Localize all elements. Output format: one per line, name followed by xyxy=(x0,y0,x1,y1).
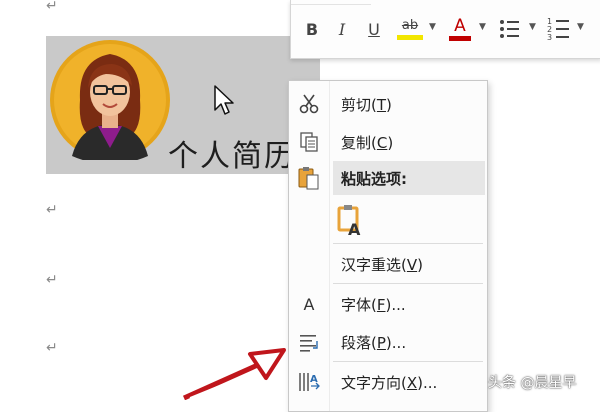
menu-item-paragraph[interactable]: 段落(P)... xyxy=(289,325,487,359)
chevron-down-icon[interactable]: ▼ xyxy=(429,22,436,32)
menu-item-cut[interactable]: 剪切(T) xyxy=(289,87,487,121)
menu-item-label: 剪切(T) xyxy=(341,95,392,114)
highlight-button[interactable]: ab xyxy=(395,16,425,42)
clipboard-icon xyxy=(297,165,321,191)
resume-heading[interactable]: 个人简历 xyxy=(168,131,296,175)
menu-item-hanzi-reselect[interactable]: 汉字重选(V) xyxy=(289,247,487,281)
watermark: 头条 @晨星早 xyxy=(488,375,577,391)
menu-item-label: 段落(P)... xyxy=(341,333,407,352)
numbered-list-icon[interactable]: 1 2 3 xyxy=(547,16,571,42)
chevron-down-icon[interactable]: ▼ xyxy=(577,22,584,32)
mouse-cursor-icon xyxy=(214,85,234,115)
paste-keep-text-icon: A xyxy=(337,203,367,241)
menu-item-font[interactable]: A 字体(F)... xyxy=(289,287,487,321)
mini-toolbar: B I U ab ▼ A ▼ ▼ 1 2 3 ▼ xyxy=(290,0,600,59)
italic-button[interactable]: I xyxy=(331,16,353,42)
font-color-bar xyxy=(449,35,471,41)
toolbar-divider xyxy=(291,0,371,5)
menu-item-text-direction[interactable]: A 文字方向(X)... xyxy=(289,365,487,399)
paste-keep-text-only-button[interactable]: A xyxy=(289,199,487,239)
context-menu: 剪切(T) 复制(C) 粘贴选项: A 汉字重选(V) A 字体(F)... 段… xyxy=(288,80,488,412)
copy-icon xyxy=(297,130,321,154)
font-icon: A xyxy=(303,294,315,314)
bold-button[interactable]: B xyxy=(301,16,323,42)
highlight-label: ab xyxy=(401,17,419,33)
highlight-color-bar xyxy=(397,34,423,40)
font-color-letter: A xyxy=(454,15,466,36)
text-direction-icon: A xyxy=(297,370,321,394)
menu-item-copy[interactable]: 复制(C) xyxy=(289,125,487,159)
scissors-icon xyxy=(297,92,321,116)
menu-item-label: 汉字重选(V) xyxy=(341,255,423,274)
menu-divider xyxy=(333,361,483,362)
paragraph-mark: ↵ xyxy=(46,272,58,288)
paragraph-mark: ↵ xyxy=(46,202,58,218)
chevron-down-icon[interactable]: ▼ xyxy=(529,22,536,32)
annotation-arrow-icon xyxy=(182,348,286,400)
paste-glyph: A xyxy=(348,220,361,237)
menu-divider xyxy=(333,283,483,284)
paragraph-mark: ↵ xyxy=(46,0,58,14)
paste-options-header: 粘贴选项: xyxy=(333,161,485,195)
paragraph-icon xyxy=(297,330,321,354)
avatar-image[interactable] xyxy=(50,40,170,164)
underline-button[interactable]: U xyxy=(363,16,385,42)
menu-item-label: 复制(C) xyxy=(341,133,394,152)
menu-item-label: 字体(F)... xyxy=(341,295,406,314)
avatar xyxy=(50,40,170,164)
menu-item-label: 粘贴选项: xyxy=(341,169,407,188)
font-color-button[interactable]: A xyxy=(447,16,473,42)
bullet-list-icon[interactable] xyxy=(499,18,521,40)
menu-item-label: 文字方向(X)... xyxy=(341,373,438,392)
svg-text:3: 3 xyxy=(547,33,552,42)
menu-divider xyxy=(333,243,483,244)
chevron-down-icon[interactable]: ▼ xyxy=(479,22,486,32)
paragraph-mark: ↵ xyxy=(46,340,58,356)
